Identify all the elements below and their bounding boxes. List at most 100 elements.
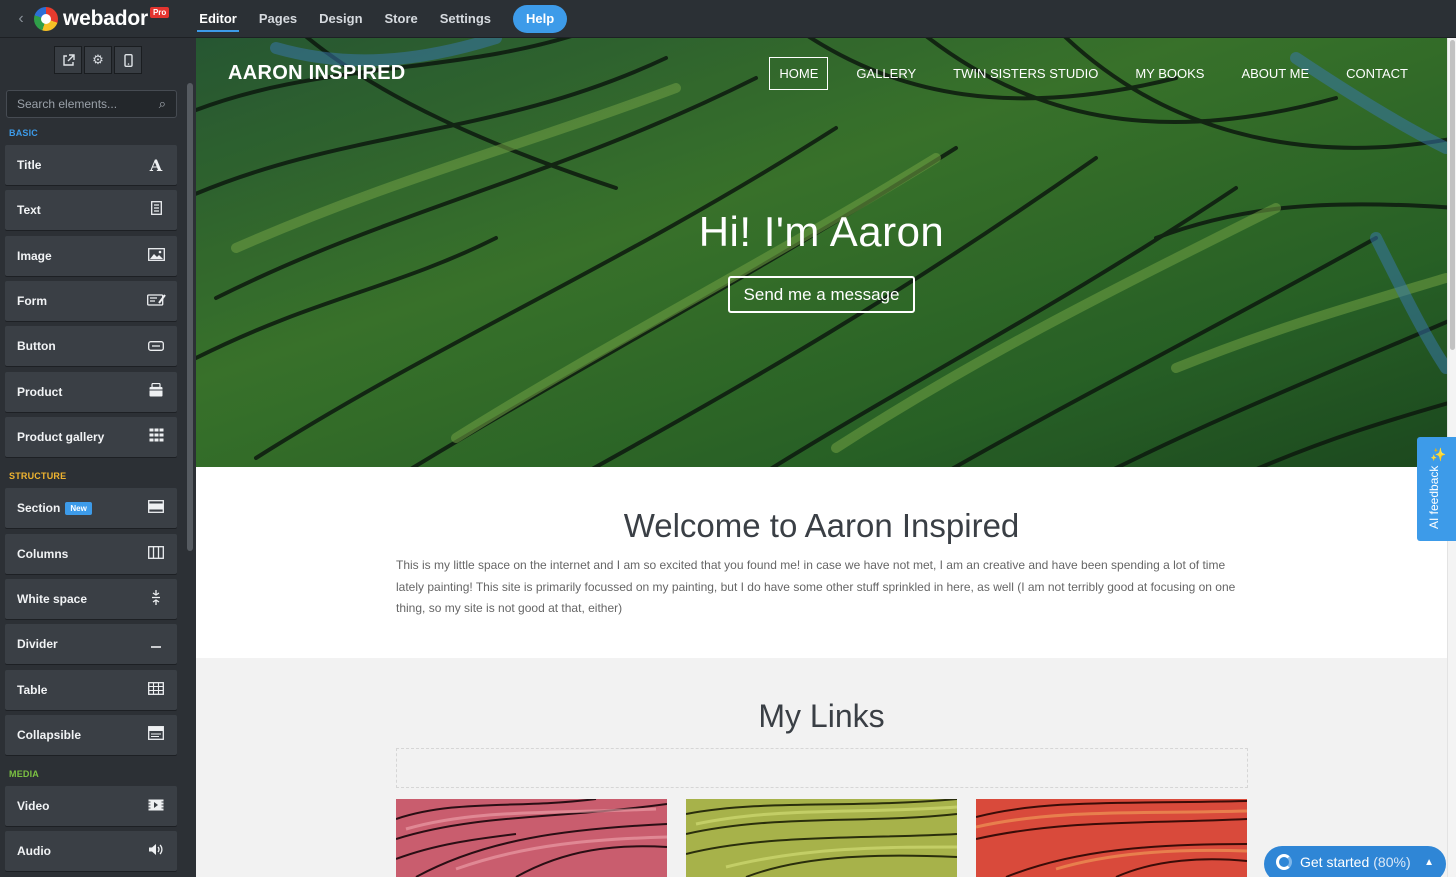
audio-icon (147, 843, 165, 860)
element-label: Section (17, 501, 61, 515)
magic-wand-icon: ✨ (1430, 447, 1447, 462)
element-audio[interactable]: Audio (5, 831, 177, 871)
element-button[interactable]: Button (5, 326, 177, 366)
element-video[interactable]: Video (5, 786, 177, 826)
columns-icon (147, 545, 165, 563)
pro-badge: Pro (149, 7, 170, 18)
element-label: Collapsible (17, 728, 82, 742)
element-columns[interactable]: Columns (5, 534, 177, 574)
element-label: Table (17, 683, 48, 697)
website-canvas: AARON INSPIRED HOME GALLERY TWIN SISTERS… (196, 38, 1447, 877)
brand-name: webador (63, 6, 148, 30)
element-label: Form (17, 294, 47, 308)
element-label: White space (17, 592, 88, 606)
video-icon (147, 798, 165, 815)
collapsible-icon (147, 726, 165, 744)
white-space-icon (147, 589, 165, 609)
element-label: Video (17, 799, 50, 813)
element-title[interactable]: Title A (5, 145, 177, 185)
link-image-3[interactable] (976, 799, 1247, 877)
external-link-icon[interactable] (54, 46, 82, 74)
element-section[interactable]: Section New (5, 488, 177, 528)
site-nav-gallery[interactable]: GALLERY (847, 57, 925, 90)
chevron-left-icon[interactable]: ‹ (10, 0, 32, 38)
nav-store[interactable]: Store (385, 0, 418, 38)
element-label: Product (17, 385, 63, 399)
element-label: Divider (17, 637, 58, 651)
button-icon (147, 338, 165, 355)
element-divider[interactable]: Divider (5, 624, 177, 664)
mobile-icon[interactable] (114, 46, 142, 74)
title-icon: A (149, 155, 163, 175)
links-section[interactable]: My Links (196, 658, 1447, 877)
element-collapsible[interactable]: Collapsible (5, 715, 177, 755)
ai-feedback-tab[interactable]: ✨ AI feedback (1417, 437, 1456, 541)
elements-sidebar: ⚙ ⌕ BASIC TitleA Text Image Form Button … (0, 38, 196, 877)
element-product[interactable]: Product (5, 372, 177, 412)
new-badge: New (65, 501, 92, 515)
element-white-space[interactable]: White space (5, 579, 177, 619)
empty-drop-zone[interactable] (396, 748, 1248, 788)
nav-pages[interactable]: Pages (259, 0, 297, 38)
nav-editor[interactable]: Editor (197, 0, 239, 38)
help-button[interactable]: Help (513, 4, 568, 33)
link-image-2[interactable] (686, 799, 957, 877)
form-icon (147, 293, 166, 310)
ai-feedback-label: AI feedback (1427, 465, 1441, 529)
welcome-heading[interactable]: Welcome to Aaron Inspired (196, 507, 1447, 545)
nav-design[interactable]: Design (319, 0, 362, 38)
get-started-button[interactable]: Get started (80%) ▲ (1264, 846, 1446, 877)
element-label: Title (17, 158, 42, 172)
nav-settings[interactable]: Settings (440, 0, 491, 38)
element-label: Button (17, 339, 56, 353)
category-basic: BASIC (9, 128, 39, 138)
section-icon (147, 499, 165, 517)
canvas-scrollbar-thumb[interactable] (1450, 40, 1455, 350)
element-label: Product gallery (17, 430, 105, 444)
product-icon (147, 382, 165, 401)
divider-icon (147, 636, 165, 653)
image-icon (147, 247, 165, 265)
search-input[interactable] (17, 97, 147, 111)
hero-section[interactable]: AARON INSPIRED HOME GALLERY TWIN SISTERS… (196, 38, 1447, 467)
sidebar-scrollbar[interactable] (187, 83, 193, 551)
webador-logo-icon (34, 6, 58, 31)
search-icon: ⌕ (158, 96, 166, 111)
link-image-1[interactable] (396, 799, 667, 877)
site-nav-about-me[interactable]: ABOUT ME (1232, 57, 1318, 90)
product-gallery-icon (147, 428, 165, 446)
element-form[interactable]: Form (5, 281, 177, 321)
sidebar-toolbar: ⚙ (0, 38, 196, 82)
element-image[interactable]: Image (5, 236, 177, 276)
element-search-field[interactable]: ⌕ (6, 90, 177, 118)
editor-nav: Editor Pages Design Store Settings Help (197, 0, 568, 38)
site-nav-contact[interactable]: CONTACT (1337, 57, 1417, 90)
hero-heading[interactable]: Hi! I'm Aaron (196, 208, 1447, 256)
gear-icon[interactable]: ⚙ (84, 46, 112, 74)
site-nav-my-books[interactable]: MY BOOKS (1126, 57, 1213, 90)
links-heading[interactable]: My Links (196, 698, 1447, 735)
category-media: MEDIA (9, 769, 39, 779)
get-started-label: Get started (1300, 854, 1370, 870)
element-label: Audio (17, 844, 51, 858)
site-title[interactable]: AARON INSPIRED (228, 62, 406, 85)
site-nav: HOME GALLERY TWIN SISTERS STUDIO MY BOOK… (750, 57, 1417, 90)
welcome-section[interactable]: Welcome to Aaron Inspired This is my lit… (196, 467, 1447, 658)
text-icon (147, 201, 165, 219)
element-label: Columns (17, 547, 69, 561)
site-nav-home[interactable]: HOME (769, 57, 829, 90)
caret-up-icon: ▲ (1424, 856, 1434, 868)
element-product-gallery[interactable]: Product gallery (5, 417, 177, 457)
element-text[interactable]: Text (5, 190, 177, 230)
table-icon (147, 681, 165, 699)
send-message-button[interactable]: Send me a message (728, 276, 915, 313)
element-table[interactable]: Table (5, 670, 177, 710)
get-started-progress: (80%) (1373, 854, 1411, 870)
element-label: Image (17, 249, 52, 263)
top-bar: ‹ webador Pro Editor Pages Design Store … (0, 0, 1456, 38)
category-structure: STRUCTURE (9, 471, 67, 481)
element-label: Text (17, 203, 41, 217)
welcome-text[interactable]: This is my little space on the internet … (396, 555, 1248, 620)
site-nav-twin-sisters-studio[interactable]: TWIN SISTERS STUDIO (944, 57, 1107, 90)
progress-ring-icon (1276, 854, 1292, 870)
